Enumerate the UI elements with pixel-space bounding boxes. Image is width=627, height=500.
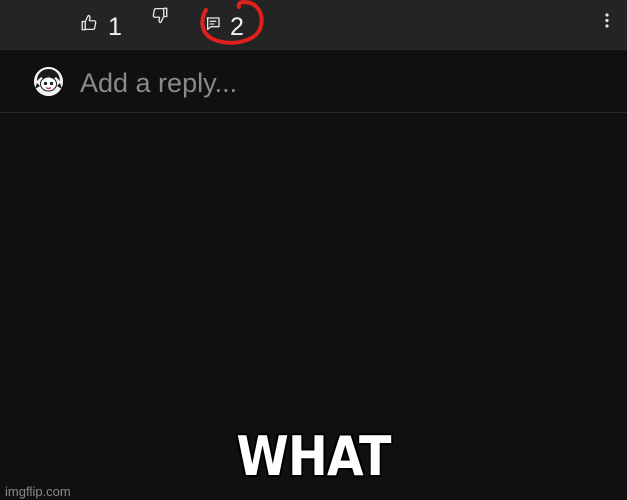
thumb-down-icon — [151, 6, 169, 24]
like-count: 1 — [108, 13, 122, 41]
more-vertical-icon — [600, 13, 614, 35]
add-reply-input[interactable] — [80, 66, 560, 100]
reply-comment-icon — [205, 16, 221, 32]
user-avatar — [34, 67, 63, 96]
meme-caption: WHAT — [236, 425, 391, 488]
reply-count: 2 — [230, 13, 244, 41]
screen: 1 2 Add a reply... WHAT imgflip.com — [0, 0, 627, 500]
reply-composer — [0, 50, 627, 113]
comment-action-bar: 1 2 — [0, 0, 627, 50]
dislike-button[interactable] — [151, 6, 169, 24]
thumb-up-icon — [80, 14, 98, 32]
more-options-button[interactable] — [600, 11, 614, 31]
imgflip-watermark: imgflip.com — [5, 484, 71, 499]
reply-count-button[interactable]: 2 — [205, 7, 244, 40]
like-button[interactable]: 1 — [80, 6, 122, 40]
